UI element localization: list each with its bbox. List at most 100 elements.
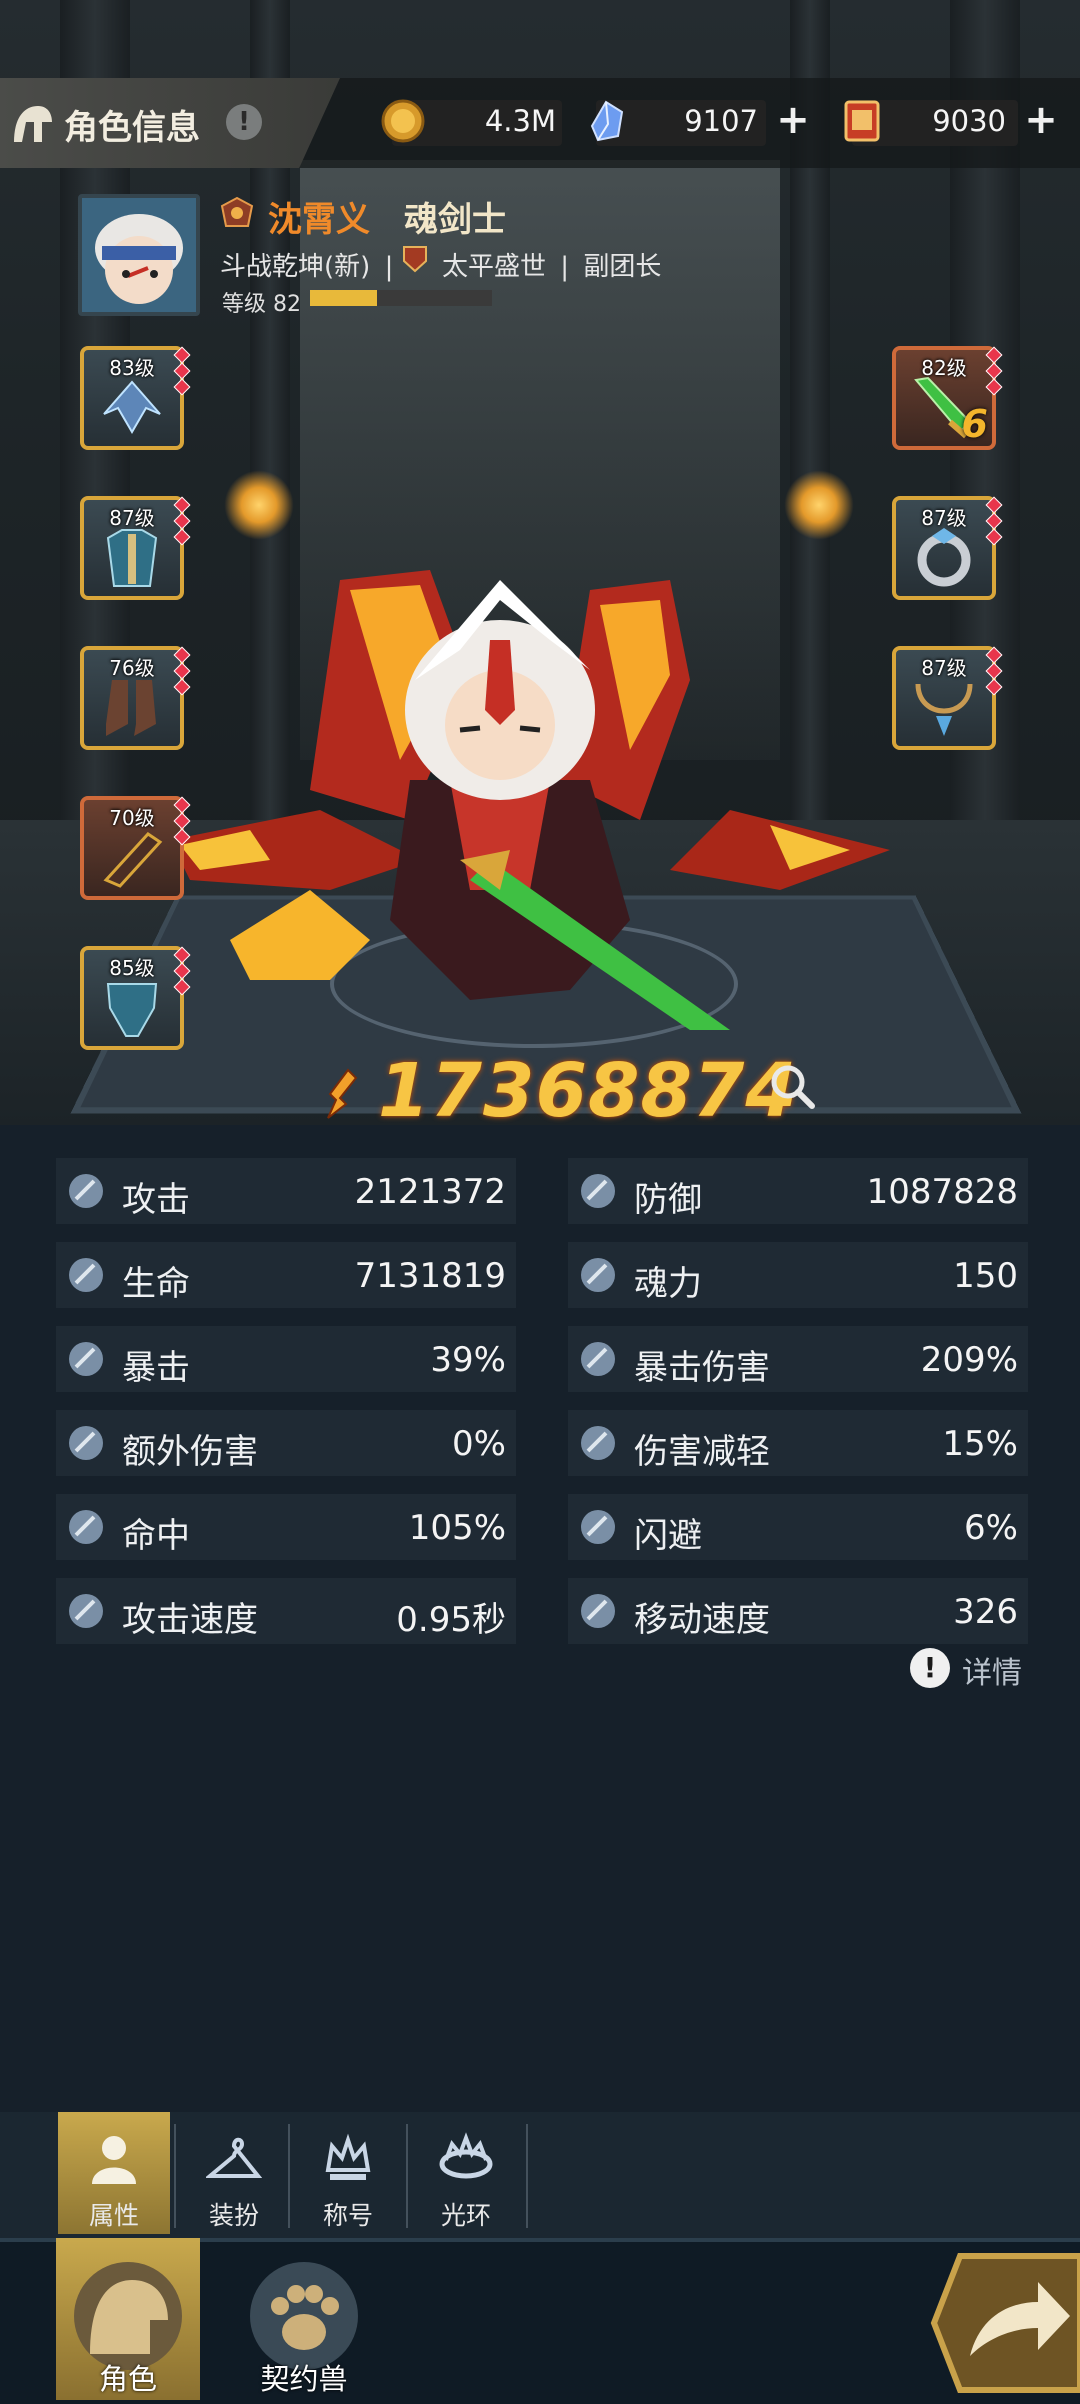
- equipment-slot[interactable]: 82级 6: [892, 346, 1003, 450]
- level-progress-bar: [310, 290, 492, 306]
- stat-value: 6%: [964, 1508, 1018, 1548]
- avatar[interactable]: [78, 194, 200, 316]
- red-ticket-icon: [844, 100, 880, 142]
- extra-damage-icon: [69, 1426, 103, 1460]
- add-ticket-button[interactable]: +: [1018, 98, 1064, 144]
- arrow-right-icon[interactable]: [930, 2246, 1080, 2400]
- crit-icon: [69, 1342, 103, 1376]
- tab-divider: [526, 2124, 528, 2228]
- server-info: 斗战乾坤(新) |: [220, 252, 394, 282]
- stat-row: 生命 7131819: [56, 1242, 516, 1308]
- level-progress-fill: [310, 290, 378, 306]
- sub-tab[interactable]: 属性: [58, 2112, 170, 2234]
- stat-row: 伤害减轻 15%: [568, 1410, 1028, 1476]
- server-name: 斗战乾坤(新): [220, 252, 371, 282]
- gem-sockets-icon: [173, 946, 191, 996]
- equipment-slot[interactable]: 87级: [892, 646, 1003, 750]
- rank-emblem-icon: [220, 196, 254, 227]
- equipment-slot[interactable]: 87级: [80, 496, 191, 600]
- accuracy-icon: [69, 1510, 103, 1544]
- equipment-slot[interactable]: 70级: [80, 796, 191, 900]
- sub-tab-label: 称号: [322, 2201, 373, 2230]
- equipment-level: 87级: [921, 656, 967, 680]
- gem-sockets-icon: [985, 346, 1003, 396]
- hanger-icon: [206, 2137, 262, 2178]
- sub-tab[interactable]: 装扮: [178, 2112, 290, 2234]
- character-class: 魂剑士: [404, 200, 506, 240]
- equipment-slot[interactable]: 85级: [80, 946, 191, 1050]
- stat-value: 15%: [942, 1424, 1018, 1464]
- stat-label: 额外伤害: [122, 1432, 258, 1472]
- stat-row: 命中 105%: [56, 1494, 516, 1560]
- stat-value: 150: [953, 1256, 1018, 1296]
- stat-value: 0%: [452, 1424, 506, 1464]
- stat-value: 39%: [430, 1340, 506, 1380]
- stat-value: 7131819: [354, 1256, 506, 1296]
- leg-armor-icon: [106, 983, 158, 1037]
- stat-row: 移动速度 326: [568, 1578, 1028, 1644]
- equipment-level: 85级: [109, 956, 155, 980]
- stat-row: 暴击伤害 209%: [568, 1326, 1028, 1392]
- stat-row: 闪避 6%: [568, 1494, 1028, 1560]
- equipment-slot[interactable]: 76级: [80, 646, 191, 750]
- helmet-icon: [14, 106, 52, 142]
- stat-label: 生命: [122, 1264, 190, 1304]
- gem-sockets-icon: [985, 496, 1003, 546]
- ring-icon: [917, 528, 971, 587]
- gold-coin-icon: [381, 99, 425, 143]
- stat-label: 闪避: [634, 1516, 702, 1556]
- tab-divider: [406, 2124, 408, 2228]
- stat-value: 326: [953, 1592, 1018, 1632]
- stat-label: 攻击: [122, 1180, 190, 1220]
- equipment-level: 82级: [921, 356, 967, 380]
- sub-tab-label: 光环: [440, 2201, 491, 2230]
- gem-sockets-icon: [173, 346, 191, 396]
- bottom-nav-item[interactable]: 角色: [56, 2238, 200, 2400]
- character-name: 沈霄义: [268, 200, 370, 240]
- search-icon[interactable]: [766, 1060, 820, 1114]
- crystal-value: 9107: [684, 104, 758, 138]
- sub-tab[interactable]: 光环: [410, 2112, 522, 2234]
- info-icon[interactable]: !: [226, 104, 262, 140]
- stat-value: 2121372: [354, 1172, 506, 1212]
- guild-name: 太平盛世: [442, 252, 547, 282]
- equipment-level: 76级: [109, 656, 155, 680]
- stat-label: 防御: [634, 1180, 702, 1220]
- stat-row: 额外伤害 0%: [56, 1410, 516, 1476]
- stat-label: 伤害减轻: [634, 1432, 770, 1472]
- add-crystal-button[interactable]: +: [770, 98, 816, 144]
- guild-info[interactable]: 太平盛世 | 副团长: [442, 246, 661, 283]
- stat-row: 防御 1087828: [568, 1158, 1028, 1224]
- enhance-level: 6: [961, 402, 988, 446]
- shoulder-armor-icon: [103, 380, 161, 434]
- gem-sockets-icon: [173, 646, 191, 696]
- guild-emblem-icon: [403, 246, 427, 273]
- soul-power-icon: [581, 1258, 615, 1292]
- character-figure: [170, 570, 890, 1030]
- chest-armor-icon: [106, 529, 158, 587]
- defense-icon: [581, 1174, 615, 1208]
- stat-value: 209%: [920, 1340, 1018, 1380]
- details-info-icon[interactable]: !: [910, 1648, 950, 1688]
- person-icon: [92, 2136, 136, 2184]
- equipment-level: 87级: [109, 506, 155, 530]
- level-label: 等级 82: [222, 292, 301, 317]
- attack-speed-icon: [69, 1594, 103, 1628]
- equipment-slot[interactable]: 87级: [892, 496, 1003, 600]
- crown-icon: [325, 2133, 371, 2180]
- stat-label: 暴击: [122, 1348, 190, 1388]
- necklace-icon: [915, 683, 973, 736]
- stat-row: 攻击 2121372: [56, 1158, 516, 1224]
- stat-row: 暴击 39%: [56, 1326, 516, 1392]
- equipment-level: 70级: [109, 806, 155, 830]
- sub-tab[interactable]: 称号: [292, 2112, 404, 2234]
- details-link[interactable]: 详情: [962, 1648, 1022, 1692]
- gem-sockets-icon: [173, 496, 191, 546]
- combat-power-value: 17368874: [378, 1048, 798, 1134]
- equipment-level: 87级: [921, 506, 967, 530]
- stat-row: 攻击速度 0.95秒: [56, 1578, 516, 1644]
- blue-crystal-icon: [590, 100, 624, 142]
- bottom-nav-item[interactable]: 契约兽: [232, 2238, 376, 2400]
- stat-value: 0.95秒: [396, 1600, 506, 1640]
- equipment-slot[interactable]: 83级: [80, 346, 191, 450]
